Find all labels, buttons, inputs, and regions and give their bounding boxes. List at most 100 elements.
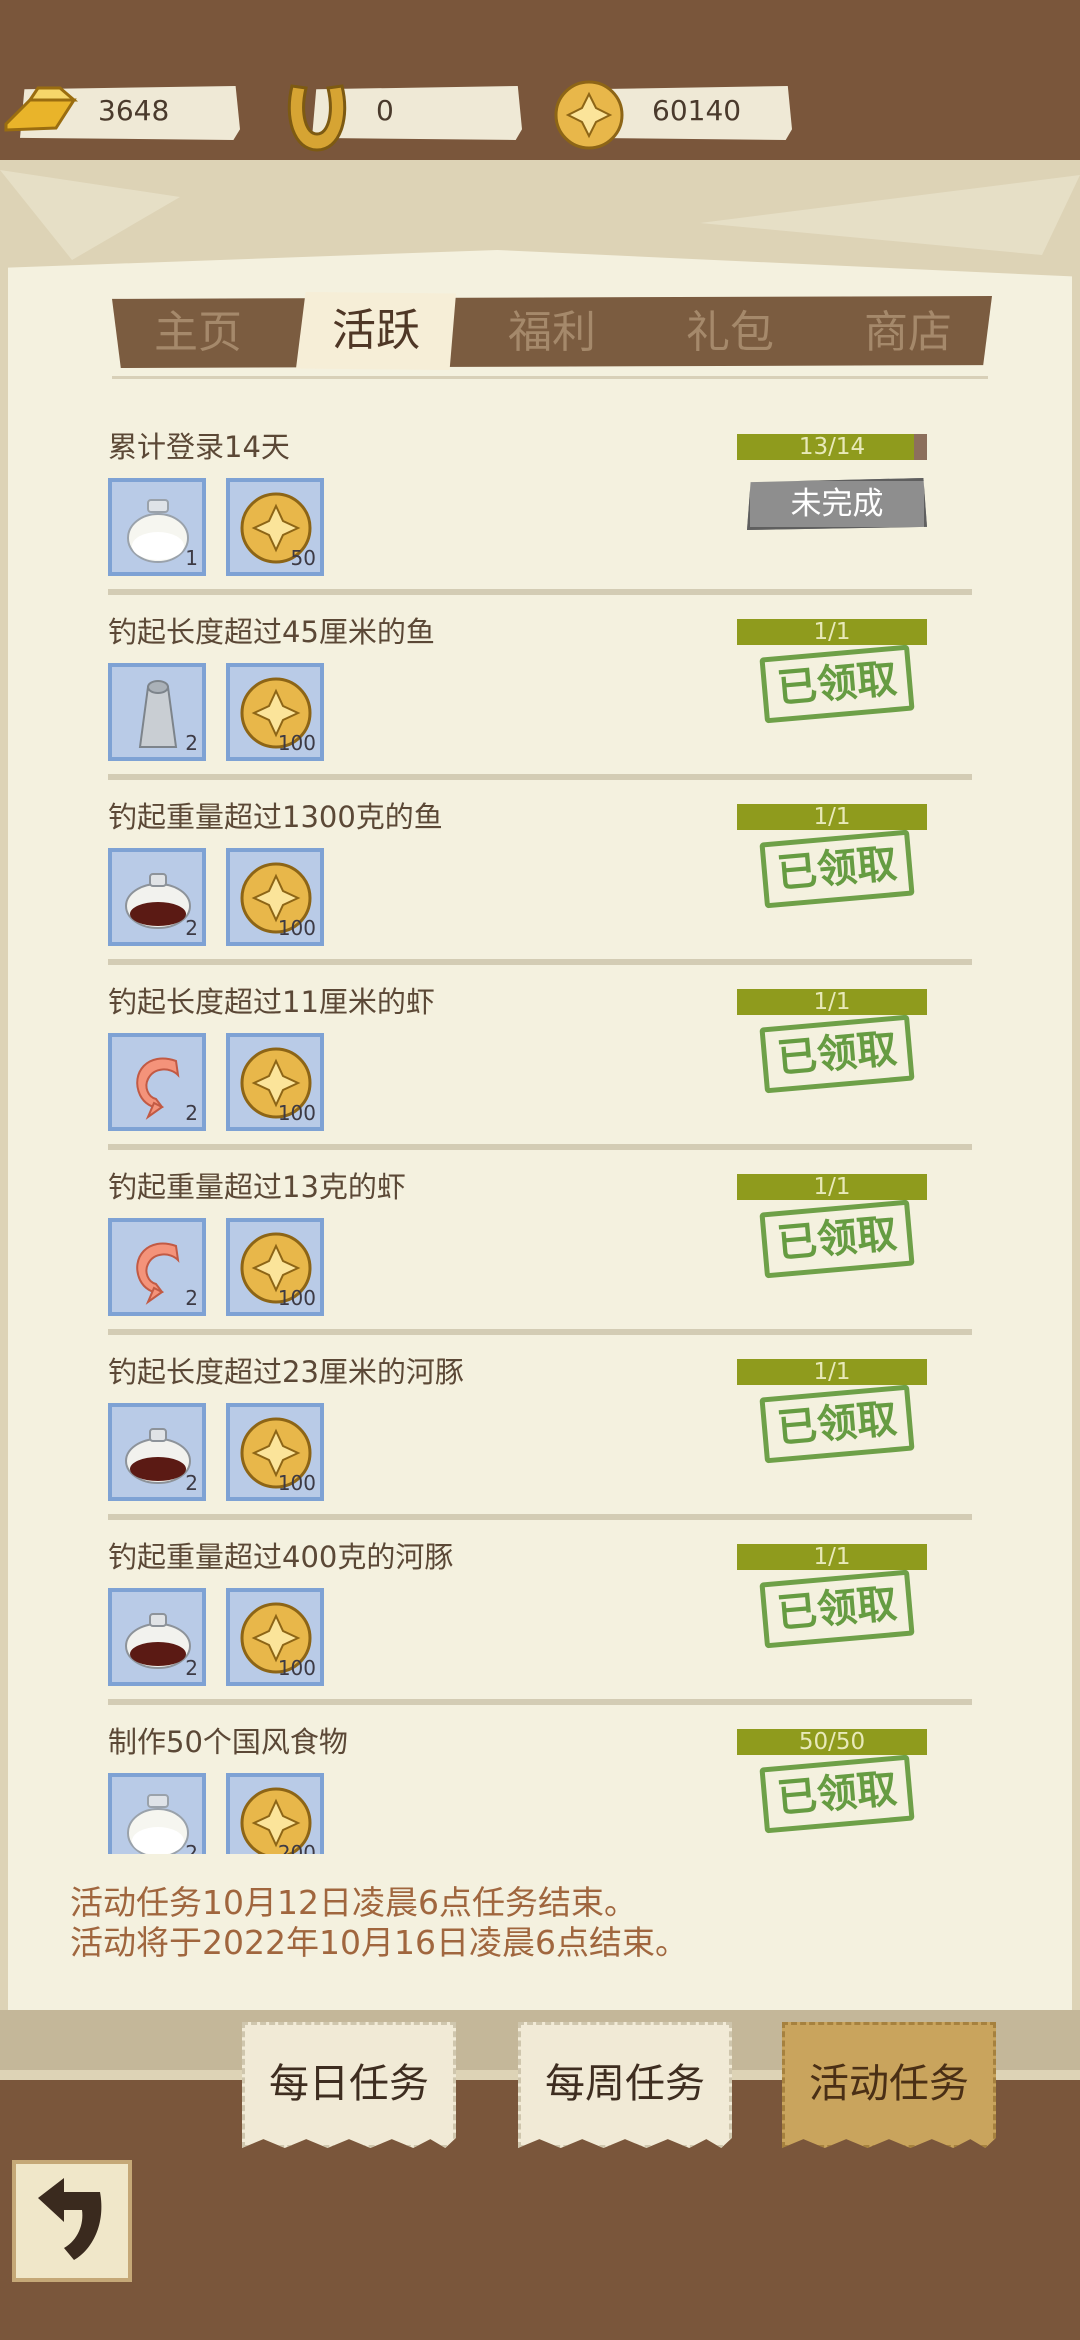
row-divider (108, 589, 972, 595)
reward-qty: 100 (277, 916, 316, 940)
task-title: 钓起重量超过1300克的鱼 (108, 800, 443, 834)
reward-coin[interactable]: 100 (226, 1218, 324, 1316)
task-row: 制作50个国风食物 50/50 2 200 已领取 (108, 1709, 972, 1854)
claimed-stamp: 已领取 (759, 829, 915, 909)
reward-coin[interactable]: 100 (226, 1033, 324, 1131)
tab-shop[interactable]: 商店 (828, 300, 988, 366)
row-divider (108, 1329, 972, 1335)
horseshoe-amount: 0 (376, 94, 394, 127)
task-row: 钓起长度超过45厘米的鱼 1/1 2 100 已领取 (108, 599, 972, 784)
row-divider (108, 774, 972, 780)
row-divider (108, 1144, 972, 1150)
reward-item[interactable]: 2 (108, 1773, 206, 1854)
task-progress-text: 1/1 (813, 804, 851, 830)
reward-qty: 2 (185, 1656, 198, 1680)
task-progress-text: 1/1 (813, 1544, 851, 1570)
currency-coin: 60140 (552, 80, 792, 150)
reward-qty: 200 (277, 1841, 316, 1854)
task-progress-bar: 1/1 (737, 989, 927, 1015)
reward-qty: 100 (277, 1286, 316, 1310)
reward-item[interactable]: 2 (108, 1218, 206, 1316)
tab-welfare[interactable]: 福利 (472, 300, 632, 366)
task-row: 钓起重量超过13克的虾 1/1 2 100 已领取 (108, 1154, 972, 1339)
reward-qty: 50 (290, 546, 316, 570)
task-progress-bar: 1/1 (737, 1174, 927, 1200)
task-row: 钓起重量超过1300克的鱼 1/1 2 100 已领取 (108, 784, 972, 969)
reward-coin[interactable]: 100 (226, 1588, 324, 1686)
task-progress-text: 50/50 (798, 1729, 866, 1755)
back-arrow-icon (38, 2178, 102, 2260)
currency-horseshoe: 0 (282, 82, 522, 152)
task-title: 钓起长度超过45厘米的鱼 (108, 615, 435, 649)
incomplete-button[interactable]: 未完成 (747, 478, 927, 530)
task-progress-text: 1/1 (813, 989, 851, 1015)
reward-item[interactable]: 2 (108, 848, 206, 946)
reward-qty: 2 (185, 1471, 198, 1495)
reward-coin[interactable]: 50 (226, 478, 324, 576)
claimed-stamp: 已领取 (759, 644, 915, 724)
task-progress-bar: 50/50 (737, 1729, 927, 1755)
reward-qty: 2 (185, 1101, 198, 1125)
task-progress-bar: 13/14 (737, 434, 927, 460)
claimed-stamp: 已领取 (759, 1014, 915, 1094)
reward-item[interactable]: 2 (108, 1588, 206, 1686)
row-divider (108, 1514, 972, 1520)
task-list[interactable]: 累计登录14天 13/14 1 50 未完成 钓起长度超过45厘米的鱼 1/1 … (108, 414, 972, 1854)
tab-gift[interactable]: 礼包 (650, 300, 810, 366)
task-title: 钓起长度超过11厘米的虾 (108, 985, 435, 1019)
event-tasks-button[interactable]: 活动任务 (782, 2022, 996, 2148)
task-row: 钓起重量超过400克的河豚 1/1 2 100 已领取 (108, 1524, 972, 1709)
reward-qty: 2 (185, 1841, 198, 1854)
task-progress-text: 1/1 (813, 1174, 851, 1200)
task-title: 制作50个国风食物 (108, 1725, 348, 1759)
tab-underline (112, 376, 988, 379)
currency-gold: 3648 (0, 82, 240, 142)
row-divider (108, 959, 972, 965)
task-title: 钓起重量超过13克的虾 (108, 1170, 406, 1204)
reward-coin[interactable]: 200 (226, 1773, 324, 1854)
horseshoe-icon (287, 84, 347, 152)
task-progress-text: 1/1 (813, 1359, 851, 1385)
reward-qty: 100 (277, 731, 316, 755)
reward-item[interactable]: 2 (108, 1403, 206, 1501)
claimed-stamp: 已领取 (759, 1569, 915, 1649)
coin-icon (554, 80, 624, 150)
task-progress-text: 13/14 (798, 434, 866, 460)
task-progress-bar: 1/1 (737, 1359, 927, 1385)
back-button[interactable] (12, 2160, 132, 2282)
weekly-tasks-button[interactable]: 每周任务 (518, 2022, 732, 2148)
tab-active[interactable]: 活跃 (296, 292, 456, 370)
row-divider (108, 1699, 972, 1705)
claimed-stamp: 已领取 (759, 1199, 915, 1279)
tab-home[interactable]: 主页 (118, 300, 278, 366)
reward-qty: 2 (185, 916, 198, 940)
reward-coin[interactable]: 100 (226, 848, 324, 946)
reward-qty: 2 (185, 731, 198, 755)
reward-coin[interactable]: 100 (226, 1403, 324, 1501)
reward-qty: 100 (277, 1101, 316, 1125)
claimed-stamp: 已领取 (759, 1384, 915, 1464)
reward-item[interactable]: 2 (108, 1033, 206, 1131)
task-row: 钓起长度超过11厘米的虾 1/1 2 100 已领取 (108, 969, 972, 1154)
task-title: 钓起重量超过400克的河豚 (108, 1540, 454, 1574)
reward-qty: 100 (277, 1656, 316, 1680)
task-row: 累计登录14天 13/14 1 50 未完成 (108, 414, 972, 599)
gold-amount: 3648 (98, 94, 170, 127)
task-title: 累计登录14天 (108, 430, 290, 464)
task-progress-text: 1/1 (813, 619, 851, 645)
task-title: 钓起长度超过23厘米的河豚 (108, 1355, 464, 1389)
reward-qty: 2 (185, 1286, 198, 1310)
gold-bar-icon (4, 86, 79, 132)
reward-item[interactable]: 1 (108, 478, 206, 576)
task-progress-bar: 1/1 (737, 1544, 927, 1570)
event-note-line2: 活动将于2022年10月16日凌晨6点结束。 (70, 1923, 688, 1962)
task-row: 钓起长度超过23厘米的河豚 1/1 2 100 已领取 (108, 1339, 972, 1524)
daily-tasks-button[interactable]: 每日任务 (242, 2022, 456, 2148)
reward-item[interactable]: 2 (108, 663, 206, 761)
task-progress-bar: 1/1 (737, 804, 927, 830)
reward-coin[interactable]: 100 (226, 663, 324, 761)
task-progress-bar: 1/1 (737, 619, 927, 645)
claimed-stamp: 已领取 (759, 1754, 915, 1834)
reward-qty: 1 (185, 546, 198, 570)
coin-amount: 60140 (652, 94, 742, 127)
